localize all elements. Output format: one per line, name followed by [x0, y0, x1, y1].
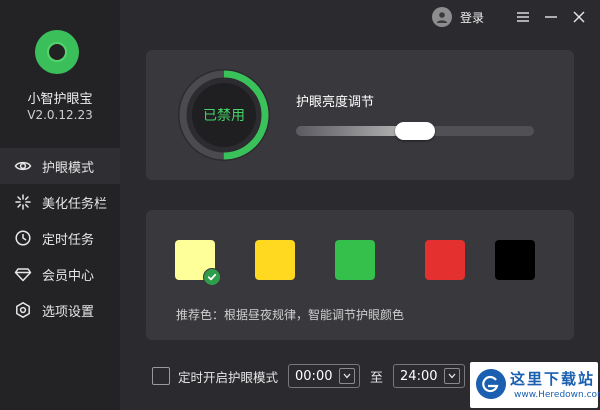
color-swatch-yellow[interactable]	[255, 240, 295, 280]
status-label: 已禁用	[203, 108, 245, 124]
sidebar-item-label: 美化任务栏	[42, 196, 108, 212]
clock-icon	[14, 229, 32, 247]
sidebar-item-timer-task[interactable]: 定时任务	[0, 220, 120, 256]
start-time-value: 00:00	[295, 368, 333, 384]
color-swatch-red[interactable]	[425, 240, 465, 280]
brightness-label: 护眼亮度调节	[296, 95, 375, 110]
app-version: V2.0.12.23	[27, 108, 93, 122]
user-avatar-icon[interactable]	[431, 7, 452, 27]
time-separator: 至	[370, 370, 384, 386]
selected-check-icon	[203, 268, 221, 286]
settings-icon	[14, 301, 32, 319]
chevron-down-icon	[444, 368, 461, 384]
sidebar-nav: 护眼模式 美化任务栏 定时任务 会员中心 选项设置	[0, 148, 120, 328]
color-swatch-black[interactable]	[495, 240, 535, 280]
login-link[interactable]: 登录	[460, 9, 484, 26]
recommend-text: 推荐色：根据昼夜规律，智能调节护眼颜色	[176, 308, 405, 322]
app-logo	[35, 30, 79, 74]
minimize-icon[interactable]	[544, 10, 558, 24]
sidebar-item-eye-mode[interactable]: 护眼模式	[0, 148, 120, 184]
sidebar-item-label: 定时任务	[42, 232, 95, 248]
watermark: 这里下载站 www.Heredown.com	[470, 362, 600, 408]
watermark-logo-icon	[476, 369, 506, 399]
app-name: 小智护眼宝	[27, 92, 93, 107]
sidebar-item-label: 护眼模式	[42, 160, 95, 176]
timer-checkbox-label[interactable]: 定时开启护眼模式	[178, 367, 278, 386]
watermark-title: 这里下载站	[510, 370, 596, 388]
chevron-down-icon	[339, 368, 356, 384]
brightness-slider-handle[interactable]	[395, 122, 435, 140]
sidebar-item-member-center[interactable]: 会员中心	[0, 256, 120, 292]
sidebar-item-settings[interactable]: 选项设置	[0, 292, 120, 328]
timer-row: 定时开启护眼模式 00:00 至 24:00	[152, 364, 466, 388]
sidebar: 小智护眼宝 V2.0.12.23 护眼模式 美化任务栏 定时任务 会员中心 选项…	[0, 0, 120, 410]
timer-checkbox[interactable]	[152, 367, 170, 385]
watermark-url: www.Heredown.com	[514, 390, 600, 400]
end-time-value: 24:00	[400, 368, 438, 384]
diamond-icon	[14, 265, 32, 283]
title-bar: 登录	[431, 6, 586, 28]
eye-icon	[14, 157, 32, 175]
menu-icon[interactable]	[516, 10, 530, 24]
sidebar-item-label: 会员中心	[42, 268, 95, 284]
brightness-slider[interactable]	[296, 122, 534, 140]
close-icon[interactable]	[572, 10, 586, 24]
start-time-select[interactable]: 00:00	[288, 364, 361, 388]
sidebar-item-label: 选项设置	[42, 304, 95, 320]
sidebar-item-beautify-taskbar[interactable]: 美化任务栏	[0, 184, 120, 220]
sparkle-icon	[14, 193, 32, 211]
color-swatch-green[interactable]	[335, 240, 375, 280]
end-time-select[interactable]: 24:00	[393, 364, 466, 388]
